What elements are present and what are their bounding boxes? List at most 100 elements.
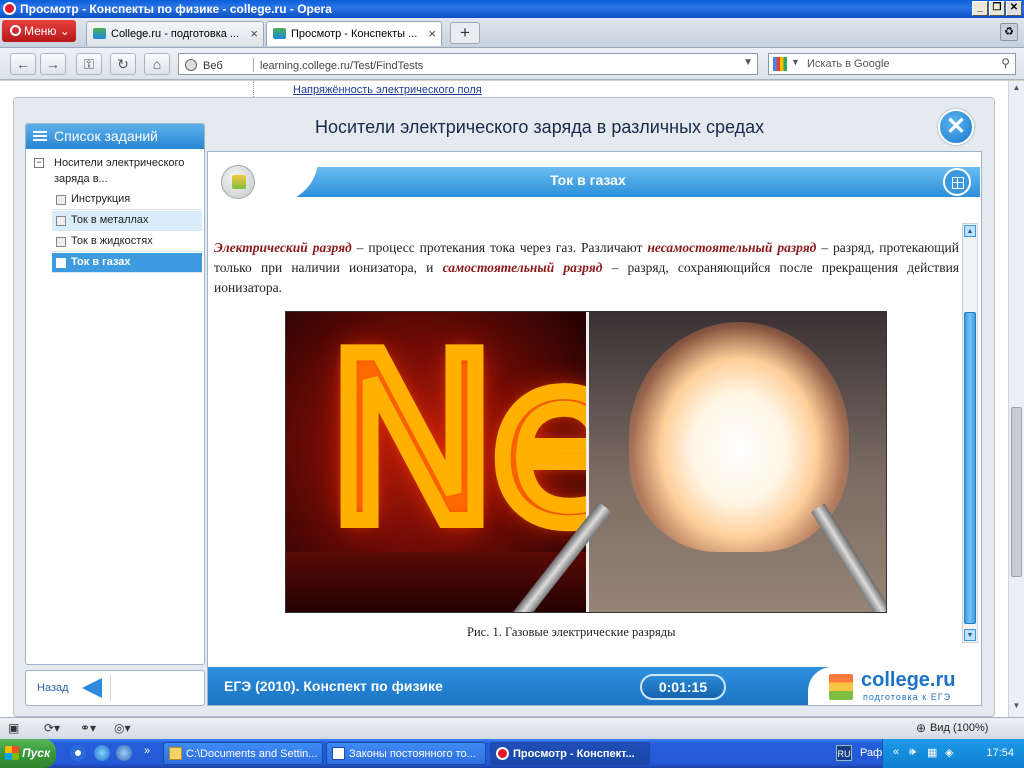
section-title: Ток в газах (550, 172, 626, 188)
restore-button[interactable]: ❐ (989, 1, 1005, 16)
turbo-icon[interactable]: ◎▾ (114, 721, 131, 737)
sync-icon[interactable]: ⟳▾ (44, 721, 60, 737)
sidebar-item-label: Ток в металлах (71, 214, 149, 226)
opera-logo-icon (496, 747, 509, 760)
back-label[interactable]: Назад (37, 682, 69, 694)
tree-root-label: Носители электрического заряда в... (54, 157, 185, 185)
sidebar-item-liquids[interactable]: Ток в жидкостях (52, 232, 202, 252)
google-icon (773, 57, 787, 71)
more-icon[interactable]: » (144, 745, 150, 757)
chevron-down-icon[interactable]: ▼ (791, 57, 800, 67)
minimize-button[interactable]: _ (972, 1, 988, 16)
scroll-up-icon[interactable]: ▲ (964, 225, 976, 237)
close-tab-icon[interactable]: × (428, 26, 436, 41)
grid-view-icon[interactable] (943, 168, 971, 196)
forward-button[interactable]: → (40, 53, 66, 75)
tab-prosmotr[interactable]: Просмотр - Конспекты ... × (266, 21, 442, 46)
reload-button[interactable]: ↻ (110, 53, 136, 75)
word-icon (332, 747, 345, 760)
menu-label: Меню (24, 24, 57, 38)
scroll-down-icon[interactable]: ▼ (1011, 701, 1022, 713)
logo-name: college.ru (861, 669, 956, 691)
back-button[interactable]: ← (10, 53, 36, 75)
taskbar-button-opera[interactable]: Просмотр - Конспект... (490, 742, 650, 765)
taskbar-button-explorer[interactable]: C:\Documents and Settin... (163, 742, 323, 765)
scroll-down-icon[interactable]: ▼ (964, 629, 976, 641)
trash-icon[interactable]: ♻ (1000, 23, 1018, 41)
outlook-quicklaunch-icon[interactable] (116, 745, 132, 761)
close-tab-icon[interactable]: × (250, 26, 258, 41)
chevron-down-icon[interactable]: ▼ (743, 57, 753, 68)
ie-quicklaunch-icon[interactable] (94, 745, 110, 761)
security-icon[interactable]: ◈ (945, 746, 953, 759)
search-icon[interactable]: ⚲ (1001, 56, 1010, 70)
term-non-self-sustained: несамостоятельный разряд (647, 240, 817, 255)
panel-toggle-icon[interactable]: ▣ (8, 721, 19, 737)
logo-subtitle: подготовка к ЕГЭ (863, 692, 952, 702)
sidebar-item-label: Ток в жидкостях (71, 235, 153, 247)
page-scrollbar[interactable]: ▲ ▼ (1008, 81, 1024, 717)
opera-logo-icon (10, 25, 21, 36)
tree-root-item[interactable]: − Носители электрического заряда в... (34, 155, 202, 187)
tab-bar: Меню ⌄ College.ru - подготовка ... × Про… (0, 18, 1024, 48)
clock: 17:54 (986, 747, 1014, 759)
timer: 0:01:15 (640, 674, 726, 700)
network-icon[interactable]: ▦ (927, 746, 937, 759)
unite-icon[interactable]: ⚭▾ (80, 721, 96, 737)
taskbar-button-label: Законы постоянного то... (349, 748, 476, 760)
back-arrow-icon[interactable] (82, 678, 102, 698)
scroll-up-icon[interactable]: ▲ (1011, 83, 1022, 95)
tab-college[interactable]: College.ru - подготовка ... × (86, 21, 264, 46)
opera-logo-icon (3, 2, 16, 15)
sidebar-item-gases[interactable]: Ток в газах (52, 253, 202, 273)
zoom-level[interactable]: Вид (100%) (930, 722, 988, 734)
system-tray: « 🕪 ▦ ◈ 17:54 (882, 739, 1024, 768)
globe-icon (185, 59, 197, 71)
wand-button[interactable]: ⚿ (76, 53, 102, 75)
content-scrollbar[interactable]: ▲ ▼ (962, 223, 978, 643)
neon-sign-image: Ne (286, 312, 640, 612)
lesson-paragraph: Электрический разряд – процесс протекани… (214, 238, 959, 298)
home-button[interactable]: ⌂ (144, 53, 170, 75)
close-lesson-button[interactable]: ✕ (938, 109, 974, 145)
start-button[interactable]: Пуск (0, 739, 56, 768)
tab-label: College.ru - подготовка ... (111, 28, 240, 40)
expand-tray-icon[interactable]: « (893, 746, 899, 758)
course-title: ЕГЭ (2010). Конспект по физике (224, 678, 443, 694)
arc-discharge-image (506, 312, 886, 612)
close-window-button[interactable]: ✕ (1006, 1, 1022, 16)
content-header: Ток в газах (208, 159, 980, 203)
scroll-thumb[interactable] (1011, 407, 1022, 577)
background-link[interactable]: Напряжённость электрического поля (293, 84, 482, 96)
divider (253, 58, 254, 72)
opera-menu-button[interactable]: Меню ⌄ (2, 20, 76, 42)
search-placeholder: Искать в Google (807, 58, 890, 70)
language-indicator[interactable]: RU (836, 745, 852, 761)
status-bar: ▣ ⟳▾ ⚭▾ ◎▾ ⊕ Вид (100%) (0, 717, 1024, 739)
college-logo: college.ru подготовка к ЕГЭ (829, 669, 979, 706)
address-field[interactable]: Веб learning.college.ru/Test/FindTests ▼ (178, 53, 758, 75)
speaker-icon[interactable]: 🕪 (909, 746, 916, 759)
college-favicon-icon (273, 28, 286, 39)
window-titlebar: Просмотр - Конспекты по физике - college… (0, 0, 1024, 18)
figure-gas-discharges: Ne (285, 311, 887, 613)
zoom-icon[interactable]: ⊕ (916, 721, 926, 737)
page-icon (56, 216, 66, 226)
scroll-thumb[interactable] (964, 312, 976, 624)
taskbar: Пуск » C:\Documents and Settin... Законы… (0, 739, 1024, 768)
browser-quicklaunch-icon[interactable] (70, 745, 86, 761)
windows-logo-icon (5, 746, 19, 760)
window-title: Просмотр - Конспекты по физике - college… (20, 2, 332, 16)
new-tab-button[interactable]: + (450, 22, 480, 44)
taskbar-button-word[interactable]: Законы постоянного то... (326, 742, 486, 765)
taskbar-button-label: Просмотр - Конспект... (513, 748, 635, 760)
sidebar-item-instruction[interactable]: Инструкция (52, 190, 202, 210)
search-field[interactable]: ▼ Искать в Google ⚲ (768, 53, 1016, 75)
taskbar-button-label: C:\Documents and Settin... (186, 748, 318, 760)
folder-icon (169, 747, 182, 760)
collapse-icon[interactable]: − (34, 158, 44, 168)
term-self-sustained: самостоятельный разряд (442, 260, 603, 275)
books-icon (829, 674, 853, 700)
sidebar-item-metals[interactable]: Ток в металлах (52, 211, 202, 231)
lesson-icon[interactable] (221, 165, 255, 199)
